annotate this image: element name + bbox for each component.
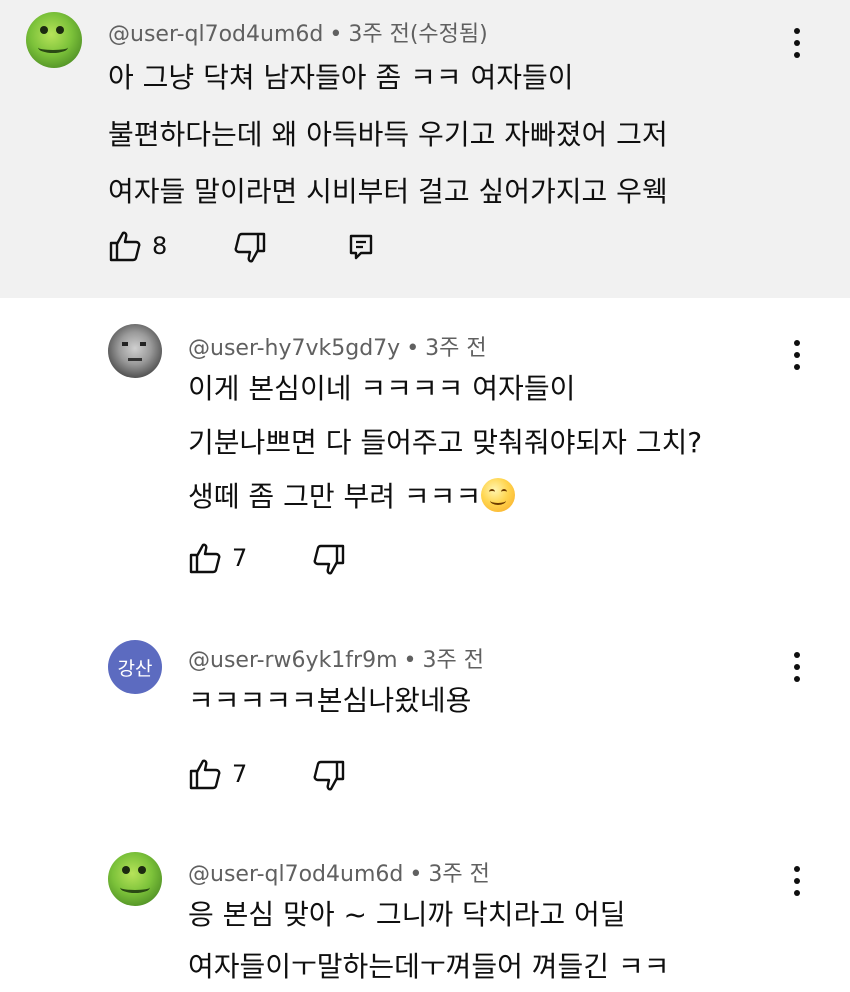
like-button[interactable]: 7 (188, 758, 247, 790)
more-options-icon[interactable] (794, 652, 800, 682)
like-count: 8 (152, 232, 168, 260)
avatar-initials: 강산 (117, 657, 153, 680)
comment-line: 응 본심 맞아 ~ 그니까 닥치라고 어딜 (188, 898, 626, 931)
thumbs-down-icon (313, 760, 345, 791)
avatar[interactable] (108, 852, 162, 906)
comment-meta: @user-ql7od4um6d • 3주 전(수정됨) (108, 16, 488, 48)
comment-line-with-emoji: 생떼 좀 그만 부려 ㅋㅋㅋ (188, 472, 702, 522)
avatar[interactable] (108, 324, 162, 378)
comment-meta: @user-rw6yk1fr9m • 3주 전 (188, 642, 484, 674)
timestamp: 3주 전(수정됨) (348, 22, 488, 47)
comment-text: ㅋㅋㅋㅋㅋ본심나왔네용 (188, 676, 471, 726)
more-options-icon[interactable] (794, 28, 800, 58)
comment-line: 이게 본심이네 ㅋㅋㅋㅋ 여자들이 (188, 372, 576, 405)
dislike-button[interactable] (312, 760, 346, 792)
more-options-icon[interactable] (794, 866, 800, 896)
username[interactable]: @user-ql7od4um6d (108, 22, 323, 47)
more-options-icon[interactable] (794, 340, 800, 370)
reply-comment-2: 강산 @user-rw6yk1fr9m • 3주 전 ㅋㅋㅋㅋㅋ본심나왔네용 7 (0, 608, 850, 828)
reply-icon (349, 234, 373, 260)
username[interactable]: @user-hy7vk5gd7y (188, 336, 400, 361)
reply-button[interactable] (348, 233, 374, 261)
separator: • (403, 648, 417, 673)
thumbs-down-icon (313, 544, 345, 575)
comment-line: 여자들 말이라면 시비부터 걸고 싶어가지고 우웩 (108, 175, 668, 208)
like-count: 7 (232, 760, 248, 788)
comment-line: ㅋㅋㅋㅋㅋ본심나왔네용 (188, 684, 472, 717)
timestamp: 3주 전 (425, 336, 487, 361)
comment-line: 생떼 좀 그만 부려 ㅋㅋㅋ (188, 480, 482, 513)
comment-1: @user-ql7od4um6d • 3주 전(수정됨) 아 그냥 닥쳐 남자들아 … (0, 0, 850, 298)
like-button[interactable]: 7 (188, 542, 247, 574)
thumbs-up-icon (189, 543, 221, 574)
dislike-button[interactable] (312, 544, 346, 576)
comment-text: 이게 본심이네 ㅋㅋㅋㅋ 여자들이 기분나쁘면 다 들어주고 맞춰줘야되자 그치… (188, 364, 702, 522)
comment-line: 불편하다는데 왜 아득바득 우기고 자빠졌어 그저 (108, 118, 668, 151)
avatar[interactable]: 강산 (108, 640, 162, 694)
comment-text: 아 그냥 닥쳐 남자들아 좀 ㅋㅋ 여자들이 불편하다는데 왜 아득바득 우기고… (108, 53, 668, 217)
comment-line: 여자들이ㅜ말하는데ㅜ껴들어 껴들긴 ㅋㅋ (188, 950, 670, 983)
like-count: 7 (232, 544, 248, 572)
comment-meta: @user-hy7vk5gd7y • 3주 전 (188, 330, 487, 362)
thumbs-down-icon (234, 232, 266, 263)
comment-meta: @user-ql7od4um6d • 3주 전 (188, 856, 490, 888)
timestamp: 3주 전 (422, 648, 484, 673)
thumbs-up-icon (109, 231, 141, 262)
dislike-button[interactable] (233, 232, 267, 264)
thumbs-up-icon (189, 759, 221, 790)
avatar[interactable] (26, 12, 82, 68)
comment-line: 아 그냥 닥쳐 남자들아 좀 ㅋㅋ 여자들이 (108, 61, 574, 94)
smiling-face-emoji-icon (481, 478, 516, 512)
separator: • (409, 862, 423, 887)
comment-line: 기분나쁘면 다 들어주고 맞춰줘야되자 그치? (188, 426, 703, 459)
username[interactable]: @user-ql7od4um6d (188, 862, 403, 887)
timestamp: 3주 전 (428, 862, 490, 887)
reply-comment-3: @user-ql7od4um6d • 3주 전 응 본심 맞아 ~ 그니까 닥치라고… (0, 828, 850, 991)
like-button[interactable]: 8 (108, 230, 167, 262)
separator: • (406, 336, 420, 361)
separator: • (329, 22, 343, 47)
reply-comment-1: @user-hy7vk5gd7y • 3주 전 이게 본심이네 ㅋㅋㅋㅋ 여자들이 … (0, 298, 850, 608)
username[interactable]: @user-rw6yk1fr9m (188, 648, 398, 673)
comment-text: 응 본심 맞아 ~ 그니까 닥치라고 어딜 여자들이ㅜ말하는데ㅜ껴들어 껴들긴 … (188, 890, 669, 992)
